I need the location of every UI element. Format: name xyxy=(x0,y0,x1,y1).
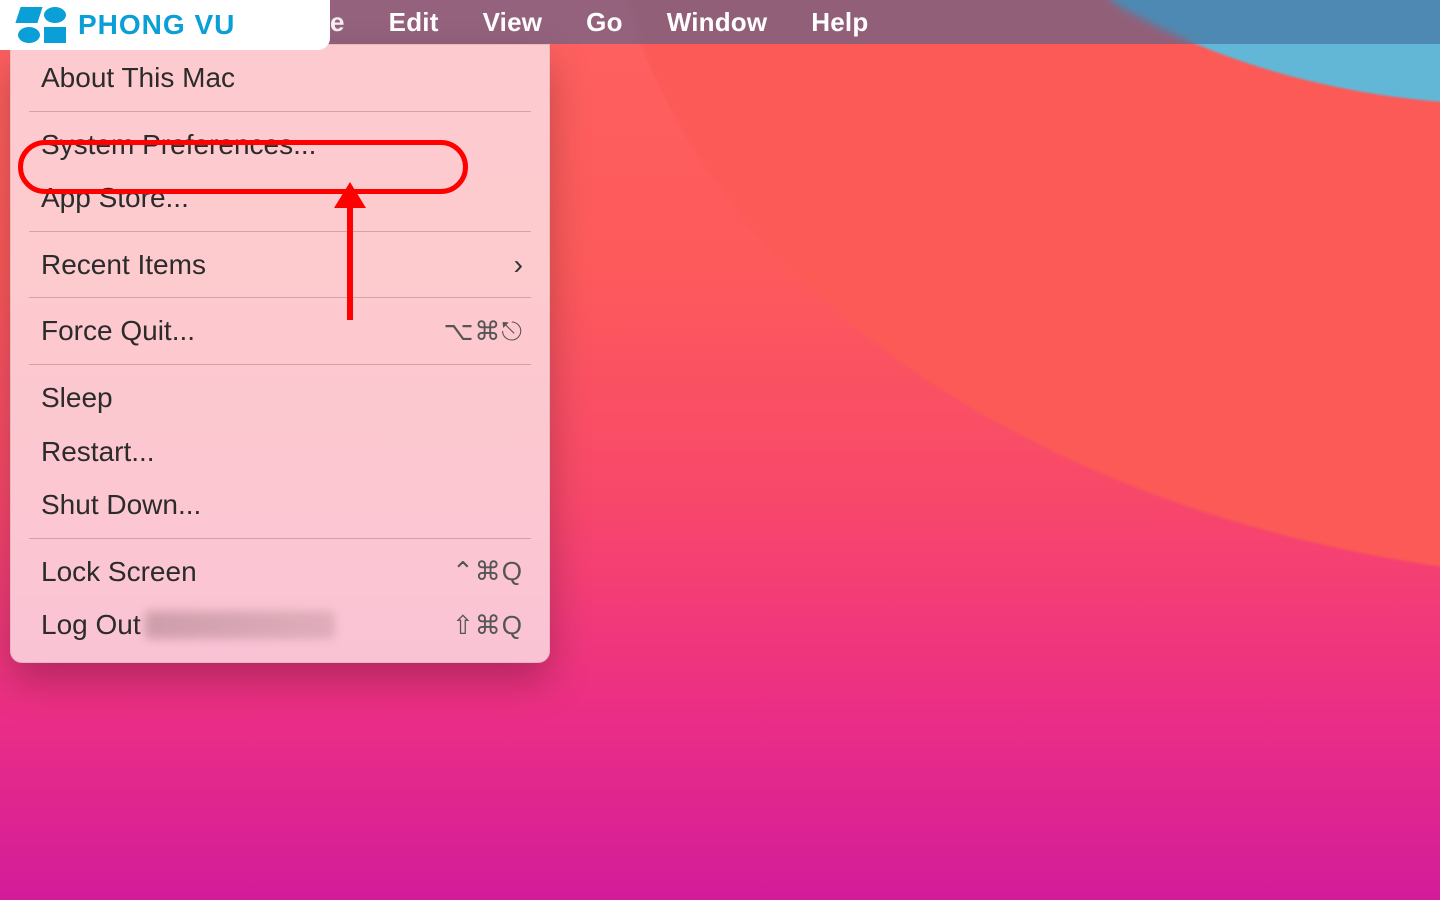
keyboard-shortcut: ⌃⌘Q xyxy=(452,556,523,587)
menu-item-label: Force Quit... xyxy=(41,314,195,348)
menu-item-label: Shut Down... xyxy=(41,488,201,522)
menu-item-restart[interactable]: Restart... xyxy=(11,425,549,479)
menubar-item-view[interactable]: View xyxy=(483,7,543,38)
menu-item-label: Sleep xyxy=(41,381,113,415)
menubar-item-edit[interactable]: Edit xyxy=(389,7,439,38)
menu-item-sleep[interactable]: Sleep xyxy=(11,371,549,425)
keyboard-shortcut: ⇧⌘Q xyxy=(452,610,523,641)
menu-item-label: Lock Screen xyxy=(41,555,197,589)
menu-separator xyxy=(29,364,531,365)
menu-separator xyxy=(29,538,531,539)
menu-item-label: Recent Items xyxy=(41,248,206,282)
menu-item-log-out[interactable]: Log Out ⇧⌘Q xyxy=(11,598,549,652)
menu-item-app-store[interactable]: App Store... xyxy=(11,171,549,225)
menu-item-label: About This Mac xyxy=(41,61,235,95)
watermark-logo: PHONG VU xyxy=(0,0,330,50)
menu-item-force-quit[interactable]: Force Quit... ⌥⌘⎋ xyxy=(11,304,549,358)
desktop-wallpaper: e Edit View Go Window Help PHONG VU Abou… xyxy=(0,0,1440,900)
menu-item-label: App Store... xyxy=(41,181,189,215)
redacted-username xyxy=(145,611,335,639)
menubar-item-go[interactable]: Go xyxy=(586,7,623,38)
chevron-right-icon: › xyxy=(514,248,523,282)
menu-item-recent-items[interactable]: Recent Items › xyxy=(11,238,549,292)
menu-item-about-this-mac[interactable]: About This Mac xyxy=(11,51,549,105)
menu-item-label: Restart... xyxy=(41,435,155,469)
keyboard-shortcut: ⌥⌘⎋ xyxy=(443,316,523,347)
apple-menu-dropdown: About This Mac System Preferences... App… xyxy=(10,44,550,663)
menu-item-system-preferences[interactable]: System Preferences... xyxy=(11,118,549,172)
menu-item-label: Log Out xyxy=(41,608,335,642)
log-out-text: Log Out xyxy=(41,608,141,642)
menu-separator xyxy=(29,111,531,112)
phongvu-logo-text: PHONG VU xyxy=(78,9,235,41)
menu-item-lock-screen[interactable]: Lock Screen ⌃⌘Q xyxy=(11,545,549,599)
menu-item-label: System Preferences... xyxy=(41,128,316,162)
menubar-fragment: e xyxy=(330,7,345,38)
menubar-item-window[interactable]: Window xyxy=(667,7,768,38)
phongvu-logo-icon xyxy=(18,7,68,43)
menu-separator xyxy=(29,297,531,298)
menu-item-shut-down[interactable]: Shut Down... xyxy=(11,478,549,532)
menu-separator xyxy=(29,231,531,232)
menubar-item-help[interactable]: Help xyxy=(811,7,868,38)
